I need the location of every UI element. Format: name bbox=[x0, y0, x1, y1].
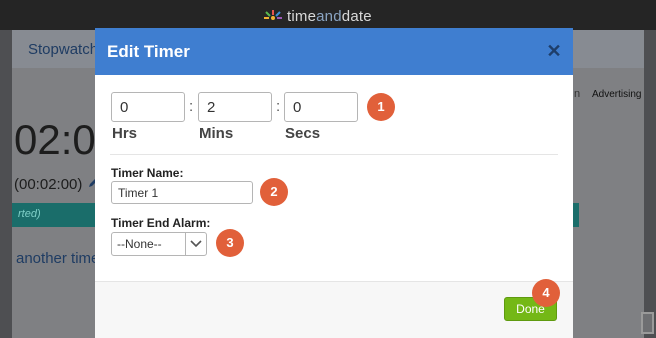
add-another-timer-link[interactable]: another time bbox=[16, 250, 99, 267]
page-gutter-left bbox=[0, 30, 12, 338]
dialog-footer bbox=[95, 282, 573, 338]
step-badge-1: 1 bbox=[367, 93, 395, 121]
time-separator: : bbox=[189, 98, 194, 115]
time-separator: : bbox=[276, 98, 281, 115]
tab-stopwatch[interactable]: Stopwatch bbox=[28, 41, 98, 58]
alarm-selected-value: --None-- bbox=[112, 233, 186, 255]
site-header: timeanddate bbox=[0, 0, 656, 30]
timer-name-label: Timer Name: bbox=[111, 166, 184, 180]
step-badge-3: 3 bbox=[216, 229, 244, 257]
site-logo[interactable]: timeanddate bbox=[262, 6, 372, 26]
hours-input[interactable] bbox=[111, 92, 185, 122]
logo-text: timeanddate bbox=[287, 7, 372, 25]
timer-end-alarm-label: Timer End Alarm: bbox=[111, 216, 211, 230]
timer-name-input[interactable] bbox=[111, 181, 253, 204]
scroll-handle[interactable] bbox=[641, 312, 654, 334]
edit-timer-dialog: Edit Timer ✕ : : Hrs Mins Secs Timer Nam… bbox=[95, 28, 573, 338]
partial-text: n bbox=[574, 88, 581, 100]
dialog-title: Edit Timer bbox=[107, 42, 190, 61]
timer-end-alarm-select[interactable]: --None-- bbox=[111, 232, 207, 256]
timer-display: 02:0 bbox=[14, 116, 96, 163]
chevron-down-icon[interactable] bbox=[186, 233, 206, 255]
step-badge-4: 4 bbox=[532, 279, 560, 307]
status-text: rted) bbox=[18, 208, 41, 220]
page-gutter-right bbox=[644, 30, 656, 338]
hours-label: Hrs bbox=[112, 125, 138, 142]
timeanddate-logo-icon bbox=[262, 8, 284, 24]
timer-duration: (00:02:00) bbox=[14, 176, 83, 193]
advertising-label: Advertising bbox=[592, 89, 642, 100]
minutes-input[interactable] bbox=[198, 92, 272, 122]
minutes-label: Mins bbox=[199, 125, 234, 142]
seconds-label: Secs bbox=[285, 125, 321, 142]
step-badge-2: 2 bbox=[260, 178, 288, 206]
close-icon[interactable]: ✕ bbox=[544, 40, 564, 62]
dialog-header: Edit Timer ✕ bbox=[95, 28, 573, 75]
seconds-input[interactable] bbox=[284, 92, 358, 122]
section-divider bbox=[110, 154, 558, 155]
